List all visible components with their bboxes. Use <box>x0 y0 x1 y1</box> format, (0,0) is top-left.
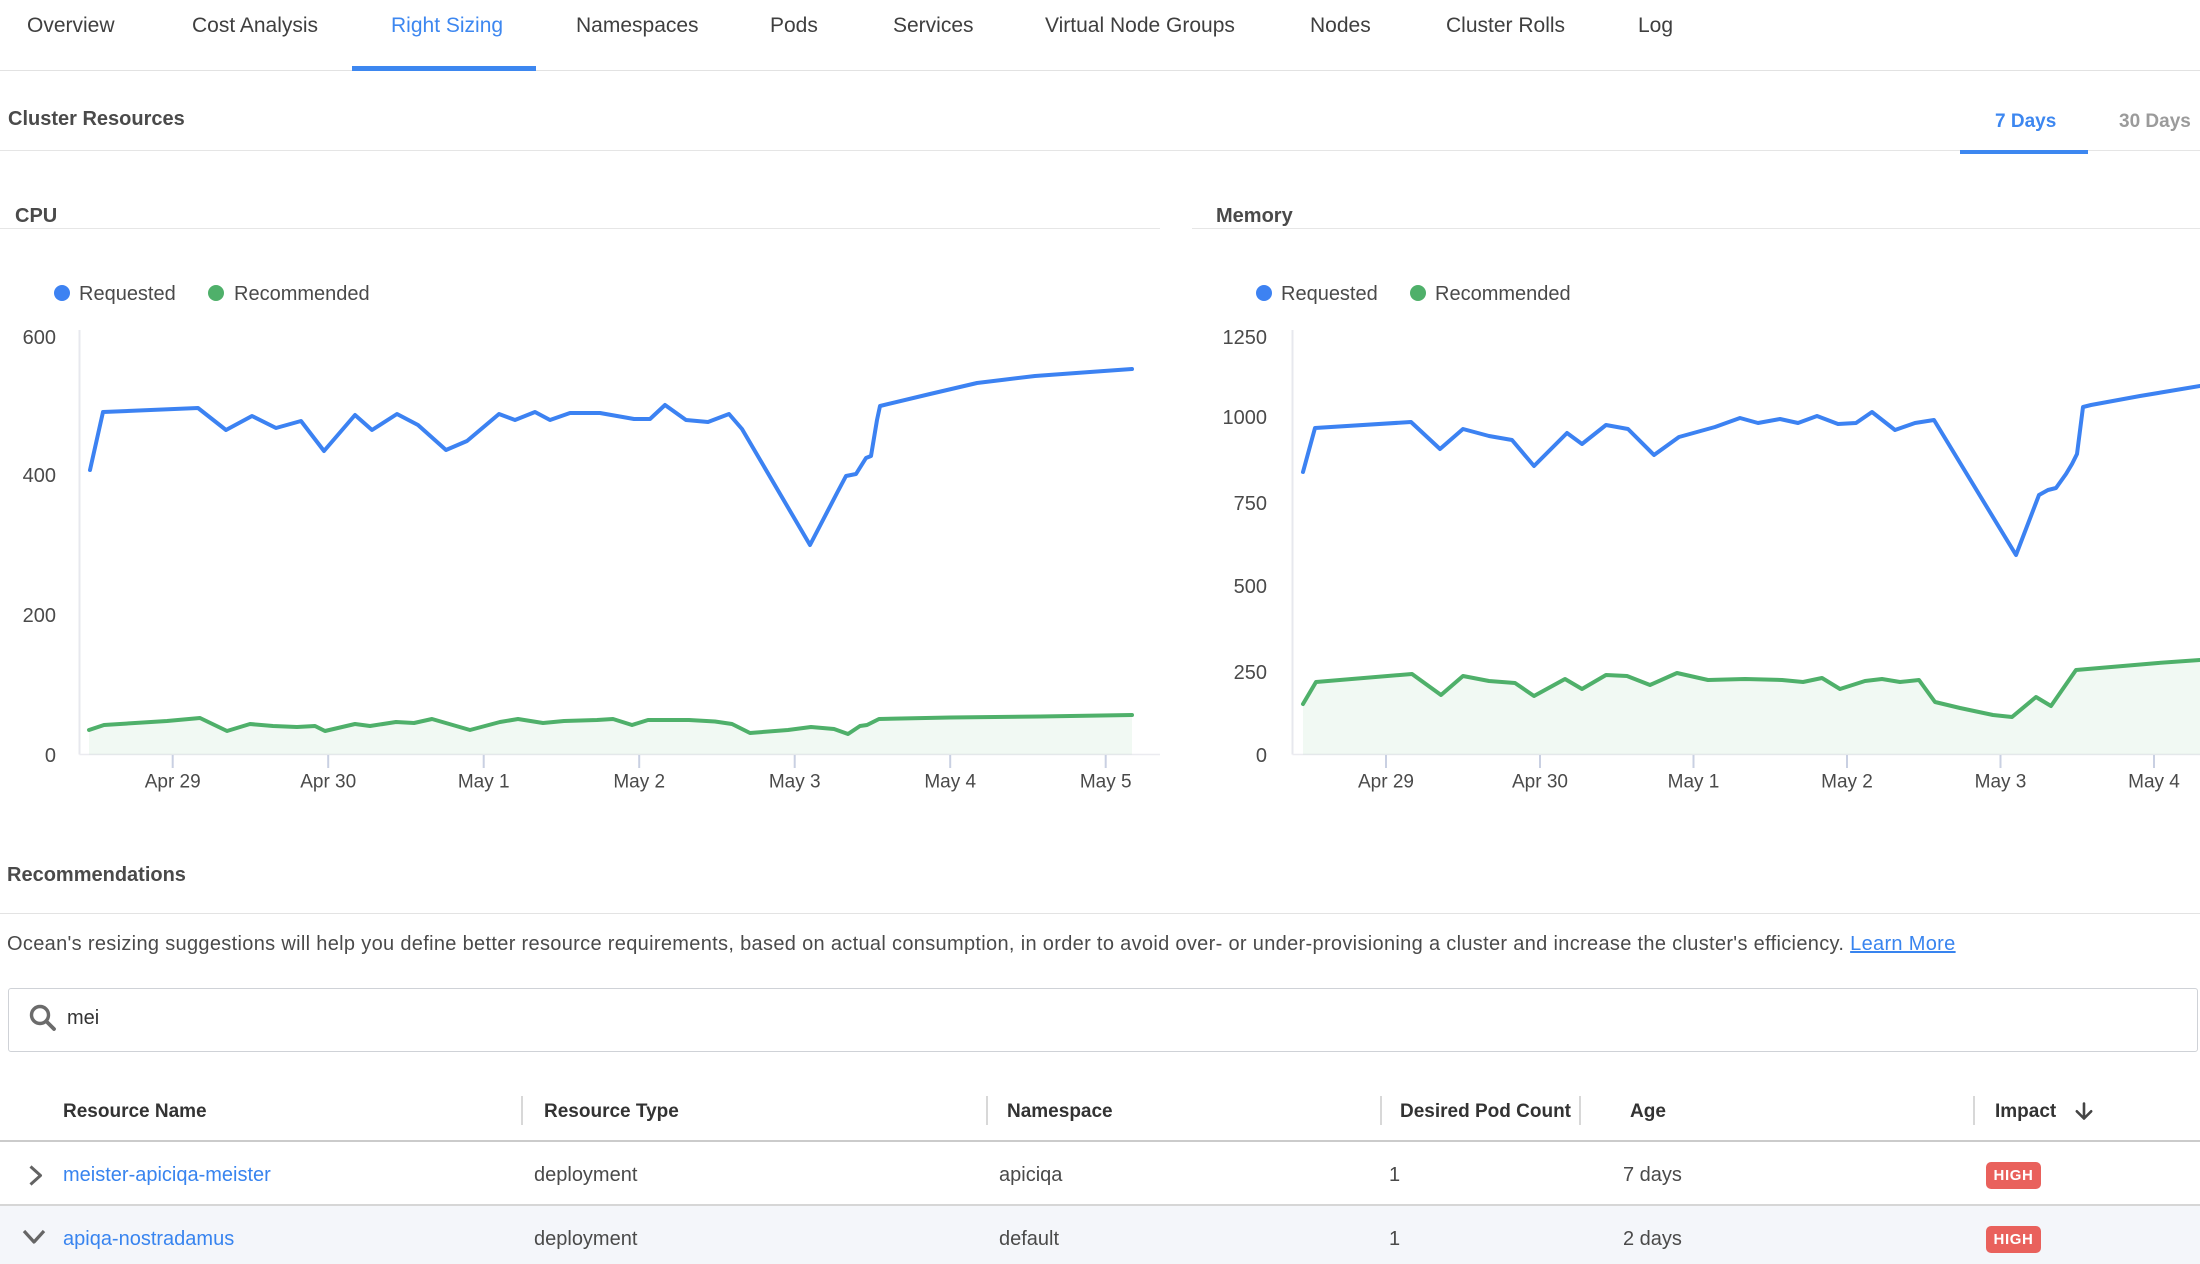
svg-text:May 4: May 4 <box>2128 772 2180 793</box>
svg-text:1000: 1000 <box>1223 407 1268 429</box>
svg-text:Apr 29: Apr 29 <box>145 772 201 793</box>
svg-text:600: 600 <box>23 327 56 349</box>
svg-text:Apr 30: Apr 30 <box>300 772 356 793</box>
svg-text:May 3: May 3 <box>769 772 821 793</box>
svg-text:May 2: May 2 <box>1821 772 1873 793</box>
svg-text:1250: 1250 <box>1223 327 1268 349</box>
svg-text:500: 500 <box>1234 576 1267 598</box>
svg-text:400: 400 <box>23 465 56 487</box>
svg-text:May 5: May 5 <box>1080 772 1132 793</box>
svg-text:250: 250 <box>1234 662 1267 684</box>
svg-text:May 3: May 3 <box>1975 772 2027 793</box>
svg-text:Apr 29: Apr 29 <box>1358 772 1414 793</box>
svg-text:750: 750 <box>1234 493 1267 515</box>
svg-text:May 1: May 1 <box>458 772 510 793</box>
svg-text:May 1: May 1 <box>1668 772 1720 793</box>
svg-text:May 2: May 2 <box>613 772 665 793</box>
svg-text:0: 0 <box>45 745 56 767</box>
svg-text:200: 200 <box>23 605 56 627</box>
svg-text:Apr 30: Apr 30 <box>1512 772 1568 793</box>
svg-text:0: 0 <box>1256 745 1267 767</box>
svg-text:May 4: May 4 <box>924 772 976 793</box>
